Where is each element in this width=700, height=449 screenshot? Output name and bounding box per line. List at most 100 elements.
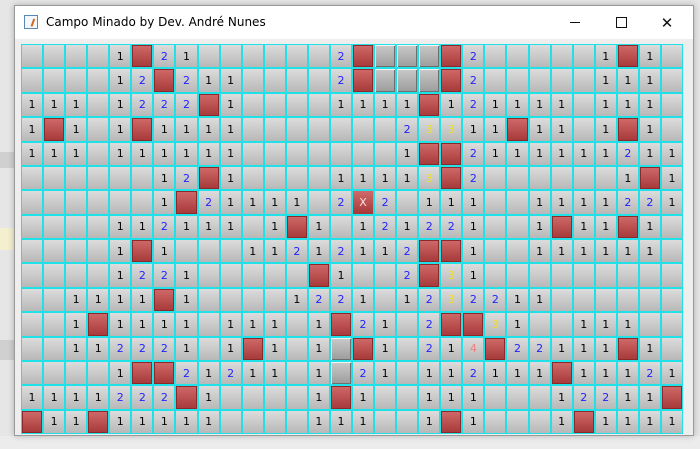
mine-cell[interactable] [507,118,528,141]
empty-cell[interactable] [308,45,329,68]
number-cell[interactable]: 1 [595,361,616,385]
mine-cell[interactable] [441,410,462,433]
number-cell[interactable]: 2 [220,361,241,385]
number-cell[interactable]: 1 [375,93,396,117]
number-cell[interactable]: 1 [551,386,572,409]
empty-cell[interactable] [44,45,65,68]
empty-cell[interactable] [397,313,418,336]
number-cell[interactable]: 1 [595,337,616,360]
number-cell[interactable]: 2 [397,118,418,141]
empty-cell[interactable] [397,386,418,409]
empty-cell[interactable] [22,361,43,385]
empty-cell[interactable] [44,313,65,336]
empty-cell[interactable] [639,288,660,312]
empty-cell[interactable] [220,386,241,409]
mine-cell[interactable] [353,45,374,68]
number-cell[interactable]: 1 [353,288,374,312]
number-cell[interactable]: 1 [375,166,396,190]
number-cell[interactable]: 1 [176,313,197,336]
number-cell[interactable]: 1 [639,337,660,360]
number-cell[interactable]: 1 [198,215,219,238]
number-cell[interactable]: 1 [507,288,528,312]
number-cell[interactable]: 1 [639,142,660,165]
mine-cell[interactable] [154,288,175,312]
mine-cell[interactable] [441,166,462,190]
number-cell[interactable]: 2 [463,166,484,190]
number-cell[interactable]: 1 [330,410,351,433]
number-cell[interactable]: 1 [375,361,396,385]
empty-cell[interactable] [573,45,594,68]
empty-cell[interactable] [66,166,87,190]
empty-cell[interactable] [132,191,153,214]
number-cell[interactable]: 1 [110,361,131,385]
number-cell[interactable]: 1 [617,93,638,117]
number-cell[interactable]: 1 [595,410,616,433]
mine-cell[interactable] [353,337,374,360]
number-cell[interactable]: 2 [154,93,175,117]
number-cell[interactable]: 1 [595,93,616,117]
number-cell[interactable]: 2 [463,45,484,68]
empty-cell[interactable] [264,45,285,68]
empty-cell[interactable] [242,215,263,238]
number-cell[interactable]: 1 [308,337,329,360]
number-cell[interactable]: 2 [463,288,484,312]
number-cell[interactable]: 1 [573,361,594,385]
empty-cell[interactable] [375,118,396,141]
empty-cell[interactable] [264,166,285,190]
mine-cell[interactable] [242,337,263,360]
number-cell[interactable]: 1 [110,118,131,141]
empty-cell[interactable] [529,410,550,433]
number-cell[interactable]: 1 [441,337,462,360]
number-cell[interactable]: 1 [375,240,396,263]
empty-cell[interactable] [66,215,87,238]
empty-cell[interactable] [242,93,263,117]
empty-cell[interactable] [661,93,682,117]
number-cell[interactable]: 1 [639,386,660,409]
empty-cell[interactable] [330,215,351,238]
number-cell[interactable]: 2 [639,361,660,385]
number-cell[interactable]: 1 [264,191,285,214]
close-button[interactable]: ✕ [644,6,690,39]
number-cell[interactable]: 2 [353,313,374,336]
empty-cell[interactable] [529,69,550,92]
number-cell[interactable]: 1 [639,215,660,238]
empty-cell[interactable] [264,142,285,165]
number-cell[interactable]: 1 [154,240,175,263]
mine-cell[interactable] [441,240,462,263]
number-cell[interactable]: 1 [154,410,175,433]
number-cell[interactable]: 1 [110,69,131,92]
empty-cell[interactable] [573,69,594,92]
number-cell[interactable]: 1 [176,410,197,433]
number-cell[interactable]: 1 [661,410,682,433]
number-cell[interactable]: 1 [595,215,616,238]
empty-cell[interactable] [375,410,396,433]
empty-cell[interactable] [551,166,572,190]
mine-cell[interactable] [441,69,462,92]
number-cell[interactable]: 1 [154,313,175,336]
number-cell[interactable]: 1 [44,93,65,117]
number-cell[interactable]: 1 [529,118,550,141]
empty-cell[interactable] [220,288,241,312]
empty-cell[interactable] [485,240,506,263]
number-cell[interactable]: 3 [419,118,440,141]
empty-cell[interactable] [397,361,418,385]
empty-cell[interactable] [44,264,65,287]
empty-cell[interactable] [286,166,307,190]
number-cell[interactable]: 1 [264,240,285,263]
empty-cell[interactable] [551,313,572,336]
number-cell[interactable]: 1 [264,361,285,385]
empty-cell[interactable] [286,142,307,165]
empty-cell[interactable] [220,45,241,68]
empty-cell[interactable] [66,240,87,263]
mine-cell[interactable] [88,313,109,336]
empty-cell[interactable] [242,45,263,68]
number-cell[interactable]: 1 [419,410,440,433]
number-cell[interactable]: 1 [308,240,329,263]
mine-cell[interactable] [661,386,682,409]
empty-cell[interactable] [661,45,682,68]
empty-cell[interactable] [397,410,418,433]
number-cell[interactable]: 2 [507,337,528,360]
empty-cell[interactable] [44,69,65,92]
number-cell[interactable]: 1 [286,288,307,312]
empty-cell[interactable] [22,166,43,190]
